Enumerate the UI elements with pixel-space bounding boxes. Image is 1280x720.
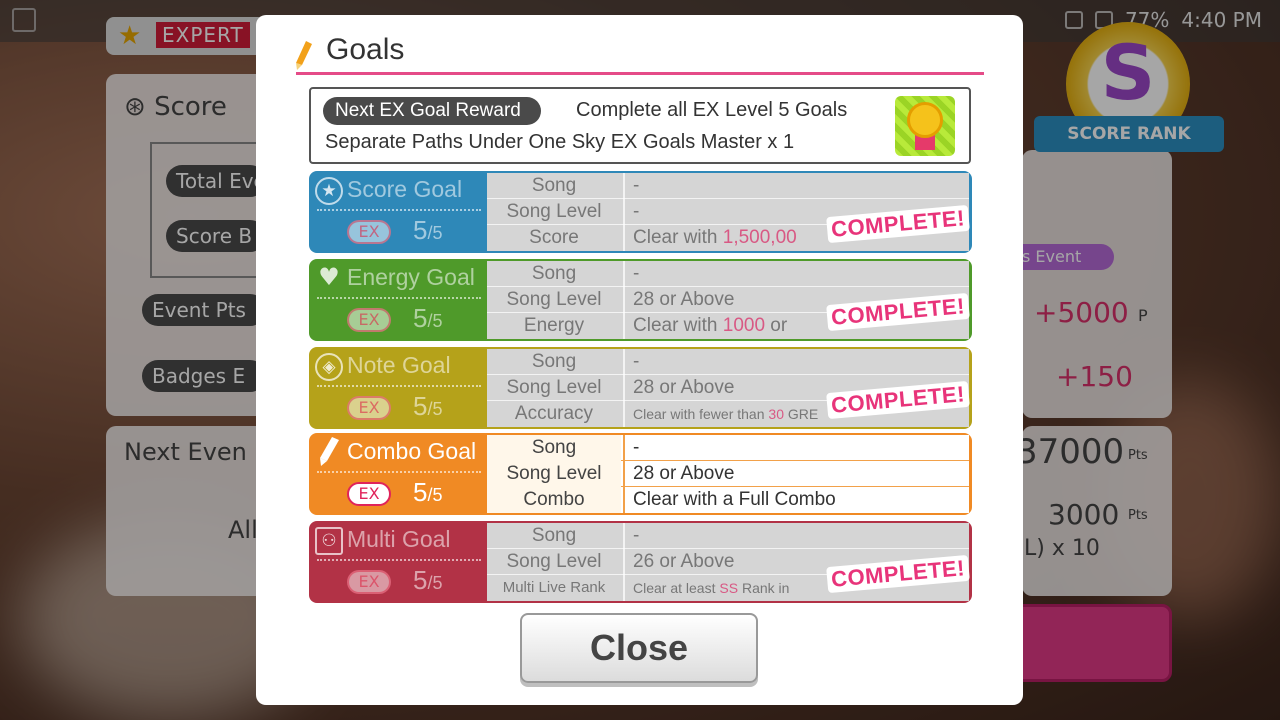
row-value: - [623, 261, 969, 287]
goal-header: Combo Goal EX 5/5 [309, 433, 487, 515]
medal-face [907, 102, 943, 138]
row-key: Song [487, 435, 621, 461]
ex-badge: EX [347, 308, 391, 332]
row-key: Score [529, 227, 579, 248]
value-suffix: or [765, 315, 788, 336]
goal-progress-total: /5 [427, 311, 443, 331]
goal-header: ♥ Energy Goal EX 5/5 [309, 259, 487, 341]
goal-progress-value: 5 [413, 477, 428, 507]
value-highlight: SS [719, 580, 739, 596]
close-button[interactable]: Close [520, 613, 758, 683]
goal-name: Score Goal [347, 176, 463, 202]
ex-badge: EX [347, 570, 391, 594]
value-highlight: 1,500,00 [722, 227, 797, 248]
note-goal-card: ◈ Note Goal EX 5/5 Song - Song Level 28 or… [309, 347, 972, 429]
row-key: Energy [523, 315, 585, 336]
goal-name: Multi Goal [347, 526, 451, 552]
heart-icon: ♥ [318, 263, 340, 291]
row-key: Song Level [506, 377, 602, 398]
goal-progress-total: /5 [427, 485, 443, 505]
ex-badge: EX [347, 482, 391, 506]
divider [317, 209, 481, 211]
ex-badge: EX [347, 220, 391, 244]
goal-name: Note Goal [347, 352, 451, 378]
reward-box: Next EX Goal Reward Complete all EX Leve… [309, 87, 971, 164]
star-icon: ★ [315, 177, 343, 205]
goals-modal: Goals Next EX Goal Reward Complete all E… [256, 15, 1023, 705]
reward-item: Separate Paths Under One Sky EX Goals Ma… [325, 131, 795, 153]
modal-header: Goals [296, 33, 984, 75]
divider [317, 559, 481, 561]
goal-progress-value: 5 [413, 565, 428, 595]
table-row: Song - [487, 349, 969, 375]
row-value: - [623, 349, 969, 375]
table-row: Combo Clear with a Full Combo [487, 487, 969, 513]
pencil-icon [320, 437, 339, 466]
energy-goal-card: ♥ Energy Goal EX 5/5 Song - Song Level 28 … [309, 259, 972, 341]
goal-progress-value: 5 [413, 303, 428, 333]
multi-goal-card: ⚇ Multi Goal EX 5/5 Song - Song Level 26 o… [309, 521, 972, 603]
row-key: Song [531, 351, 577, 372]
medal-icon [895, 96, 955, 156]
row-value: 28 or Above [623, 461, 969, 487]
goal-progress: 5/5 [413, 565, 442, 596]
row-value: - [623, 523, 969, 549]
goal-table: Song - Song Level 28 or Above Combo Clear w… [487, 435, 969, 513]
modal-title: Goals [326, 33, 405, 66]
table-row: Song - [487, 173, 969, 199]
table-row: Song - [487, 523, 969, 549]
row-key: Combo [487, 487, 621, 513]
reward-label: Next EX Goal Reward [323, 97, 541, 125]
row-key: Accuracy [514, 403, 594, 424]
goal-progress: 5/5 [413, 215, 442, 246]
combo-goal-card: Combo Goal EX 5/5 Song - Song Level 28 or … [309, 433, 972, 515]
ex-badge: EX [347, 396, 391, 420]
row-key: Song [531, 175, 577, 196]
row-value: - [623, 173, 969, 199]
row-value: - [623, 435, 969, 461]
value-prefix: Clear with [633, 315, 723, 336]
divider [317, 471, 481, 473]
divider [317, 385, 481, 387]
row-key: Song Level [506, 289, 602, 310]
divider [317, 297, 481, 299]
goal-header: ◈ Note Goal EX 5/5 [309, 347, 487, 429]
value-highlight: 1000 [722, 315, 766, 336]
row-key: Song [531, 263, 577, 284]
row-key: Song Level [506, 201, 602, 222]
value-highlight: 30 [768, 406, 784, 422]
row-value: Clear with a Full Combo [623, 487, 969, 513]
pencil-icon [296, 41, 312, 70]
goal-progress-total: /5 [427, 399, 443, 419]
value-prefix: Clear with [633, 227, 723, 248]
row-key: Multi Live Rank [502, 579, 606, 596]
row-key: Song [531, 525, 577, 546]
note-icon: ◈ [315, 353, 343, 381]
goal-header: ★ Score Goal EX 5/5 [309, 171, 487, 253]
goal-name: Combo Goal [347, 438, 477, 464]
score-goal-card: ★ Score Goal EX 5/5 Song - Song Level - Sc… [309, 171, 972, 253]
table-row: Song Level 28 or Above [487, 461, 969, 487]
goal-progress: 5/5 [413, 391, 442, 422]
goal-progress: 5/5 [413, 303, 442, 334]
goal-progress-total: /5 [427, 223, 443, 243]
goal-name: Energy Goal [347, 264, 475, 290]
value-prefix: Clear at least [633, 580, 720, 596]
goal-header: ⚇ Multi Goal EX 5/5 [309, 521, 487, 603]
value-prefix: Clear with fewer than [633, 406, 769, 422]
table-row: Song - [487, 261, 969, 287]
goal-progress-total: /5 [427, 573, 443, 593]
multi-player-icon: ⚇ [315, 527, 343, 555]
reward-description: Complete all EX Level 5 Goals [576, 99, 848, 121]
goal-progress-value: 5 [413, 215, 428, 245]
table-row: Song - [487, 435, 969, 461]
value-suffix: Rank in [738, 580, 790, 596]
goal-progress-value: 5 [413, 391, 428, 421]
row-key: Song Level [506, 551, 602, 572]
row-key: Song Level [487, 461, 621, 487]
value-suffix: GRE [783, 406, 819, 422]
goal-progress: 5/5 [413, 477, 442, 508]
